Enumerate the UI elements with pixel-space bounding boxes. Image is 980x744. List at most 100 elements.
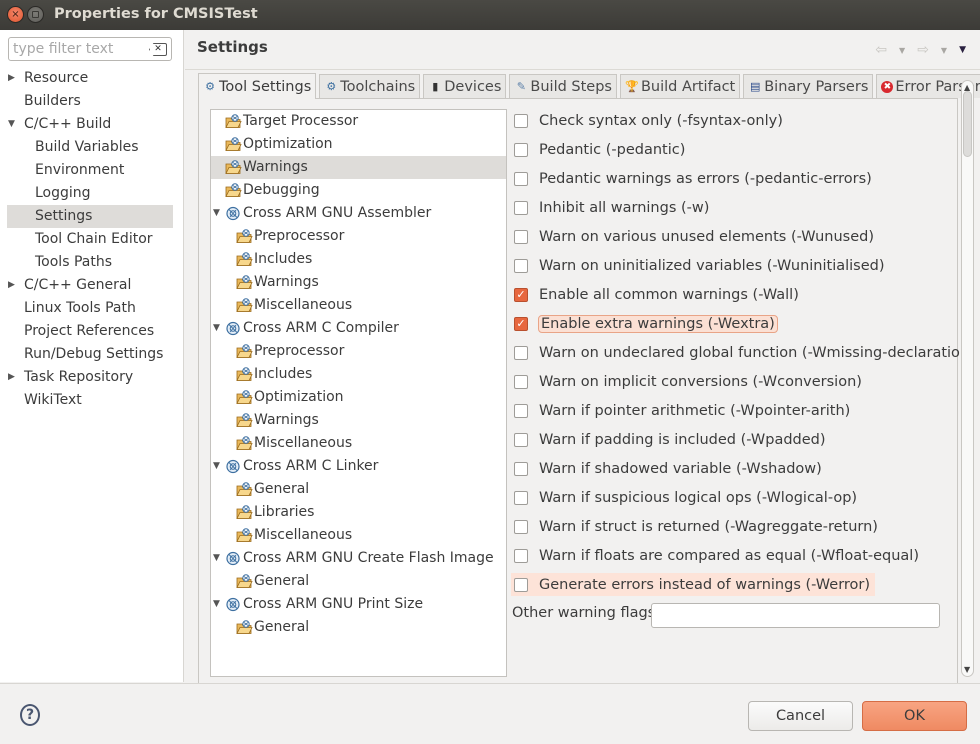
sidebar-item[interactable]: Tools Paths: [0, 251, 184, 274]
warning-option[interactable]: Warn if shadowed variable (-Wshadow): [511, 457, 823, 480]
warning-option[interactable]: Warn if struct is returned (-Wagreggate-…: [511, 515, 879, 538]
checkbox-unchecked[interactable]: [514, 229, 528, 244]
help-icon[interactable]: ?: [20, 704, 40, 726]
checkbox-unchecked[interactable]: [514, 200, 528, 215]
sidebar-item[interactable]: Tool Chain Editor: [0, 228, 184, 251]
warning-option[interactable]: ✓ Enable all common warnings (-Wall): [511, 283, 800, 306]
warning-option[interactable]: Warn on various unused elements (-Wunuse…: [511, 225, 875, 248]
sidebar-item[interactable]: Settings: [7, 205, 173, 228]
checkbox-unchecked[interactable]: [514, 519, 528, 534]
expanded-arrow-icon[interactable]: ▼: [213, 593, 220, 616]
scroll-down-icon[interactable]: ▼: [964, 665, 970, 674]
warning-option[interactable]: Warn on implicit conversions (-Wconversi…: [511, 370, 863, 393]
expanded-arrow-icon[interactable]: ▼: [213, 317, 220, 340]
warning-option[interactable]: Warn if floats are compared as equal (-W…: [511, 544, 920, 567]
tab-build-steps[interactable]: ✎ Build Steps: [509, 74, 617, 98]
sidebar-item[interactable]: ▶ C/C++ General: [0, 274, 184, 297]
tool-tree-item[interactable]: Optimization: [211, 386, 506, 409]
back-dropdown-icon[interactable]: ▼: [899, 46, 905, 55]
checkbox-unchecked[interactable]: [514, 142, 528, 157]
warning-option[interactable]: ✓ Enable extra warnings (-Wextra): [511, 312, 778, 335]
tool-tree-item[interactable]: General: [211, 478, 506, 501]
tool-tree-item[interactable]: Miscellaneous: [211, 524, 506, 547]
checkbox-unchecked[interactable]: [514, 577, 528, 592]
checkbox-unchecked[interactable]: [514, 490, 528, 505]
tool-tree-item[interactable]: General: [211, 616, 506, 639]
sidebar-item[interactable]: Environment: [0, 159, 184, 182]
forward-arrow-icon[interactable]: ⇨: [917, 42, 929, 58]
cancel-button[interactable]: Cancel: [748, 701, 853, 731]
sidebar-item[interactable]: Project References: [0, 320, 184, 343]
warning-option[interactable]: Warn if padding is included (-Wpadded): [511, 428, 827, 451]
warning-option[interactable]: Inhibit all warnings (-w): [511, 196, 710, 219]
tool-tree-item[interactable]: General: [211, 570, 506, 593]
collapsed-arrow-icon[interactable]: ▶: [8, 366, 15, 389]
tool-tree-item[interactable]: Optimization: [211, 133, 506, 156]
filter-input[interactable]: type filter text ✕: [8, 37, 172, 61]
checkbox-checked[interactable]: ✓: [514, 287, 528, 302]
checkbox-unchecked[interactable]: [514, 548, 528, 563]
warning-option[interactable]: Pedantic warnings as errors (-pedantic-e…: [511, 167, 873, 190]
checkbox-unchecked[interactable]: [514, 171, 528, 186]
expanded-arrow-icon[interactable]: ▼: [213, 547, 220, 570]
tool-tree-item[interactable]: Miscellaneous: [211, 432, 506, 455]
collapsed-arrow-icon[interactable]: ▶: [8, 67, 15, 90]
vertical-scrollbar[interactable]: ▲ ▼: [961, 80, 974, 677]
checkbox-unchecked[interactable]: [514, 432, 528, 447]
tool-tree-item[interactable]: ▼ Cross ARM GNU Create Flash Image: [211, 547, 506, 570]
tool-tree-item[interactable]: Includes: [211, 248, 506, 271]
sidebar-item[interactable]: Builders: [0, 90, 184, 113]
warning-option[interactable]: Warn on undeclared global function (-Wmi…: [511, 341, 976, 364]
checkbox-unchecked[interactable]: [514, 113, 528, 128]
tool-tree-item[interactable]: Warnings: [211, 409, 506, 432]
tool-tree-item[interactable]: Includes: [211, 363, 506, 386]
tool-tree-item[interactable]: Warnings: [211, 271, 506, 294]
expanded-arrow-icon[interactable]: ▼: [213, 202, 220, 225]
tool-tree-item[interactable]: Preprocessor: [211, 225, 506, 248]
sidebar-item[interactable]: WikiText: [0, 389, 184, 412]
tool-tree-item[interactable]: ▼ Cross ARM C Compiler: [211, 317, 506, 340]
tool-tree-item[interactable]: Debugging: [211, 179, 506, 202]
tab-build-artifact[interactable]: 🏆 Build Artifact: [619, 74, 741, 98]
sidebar-item[interactable]: Build Variables: [0, 136, 184, 159]
warning-option[interactable]: Warn on uninitialized variables (-Wunini…: [511, 254, 886, 277]
tab-tool-settings[interactable]: ⚙ Tool Settings: [198, 73, 317, 99]
tab-devices[interactable]: ▮ Devices: [423, 74, 507, 98]
tool-tree-item[interactable]: Preprocessor: [211, 340, 506, 363]
checkbox-unchecked[interactable]: [514, 345, 528, 360]
tool-tree-item[interactable]: ▼ Cross ARM C Linker: [211, 455, 506, 478]
back-arrow-icon[interactable]: ⇦: [875, 42, 887, 58]
collapsed-arrow-icon[interactable]: ▶: [8, 274, 15, 297]
checkbox-unchecked[interactable]: [514, 461, 528, 476]
warning-option[interactable]: Warn if pointer arithmetic (-Wpointer-ar…: [511, 399, 851, 422]
window-maximize-button[interactable]: [27, 6, 44, 23]
scrollbar-thumb[interactable]: [963, 91, 972, 157]
tab-toolchains[interactable]: ⚙ Toolchains: [319, 74, 421, 98]
sidebar-item[interactable]: Logging: [0, 182, 184, 205]
tool-tree-item[interactable]: Libraries: [211, 501, 506, 524]
checkbox-unchecked[interactable]: [514, 374, 528, 389]
view-menu-icon[interactable]: ▼: [959, 45, 966, 55]
sidebar-item[interactable]: ▶ Resource: [0, 67, 184, 90]
tool-tree-item[interactable]: Warnings: [211, 156, 506, 179]
sidebar-item[interactable]: Linux Tools Path: [0, 297, 184, 320]
forward-dropdown-icon[interactable]: ▼: [941, 46, 947, 55]
tool-tree-item[interactable]: Miscellaneous: [211, 294, 506, 317]
warning-option[interactable]: Check syntax only (-fsyntax-only): [511, 109, 784, 132]
tool-tree-item[interactable]: Target Processor: [211, 110, 506, 133]
sidebar-item[interactable]: ▼ C/C++ Build: [0, 113, 184, 136]
tool-tree-item[interactable]: ▼ Cross ARM GNU Print Size: [211, 593, 506, 616]
warning-option[interactable]: Generate errors instead of warnings (-We…: [511, 573, 876, 596]
warning-option[interactable]: Warn if suspicious logical ops (-Wlogica…: [511, 486, 858, 509]
tool-tree-item[interactable]: ▼ Cross ARM GNU Assembler: [211, 202, 506, 225]
expanded-arrow-icon[interactable]: ▼: [213, 455, 220, 478]
checkbox-checked[interactable]: ✓: [514, 316, 528, 331]
clear-filter-icon[interactable]: ✕: [149, 43, 167, 56]
tab-binary-parsers[interactable]: ▤ Binary Parsers: [743, 74, 874, 98]
ok-button[interactable]: OK: [862, 701, 967, 731]
checkbox-unchecked[interactable]: [514, 403, 528, 418]
sidebar-item[interactable]: Run/Debug Settings: [0, 343, 184, 366]
expanded-arrow-icon[interactable]: ▼: [8, 113, 15, 136]
checkbox-unchecked[interactable]: [514, 258, 528, 273]
warning-option[interactable]: Pedantic (-pedantic): [511, 138, 686, 161]
